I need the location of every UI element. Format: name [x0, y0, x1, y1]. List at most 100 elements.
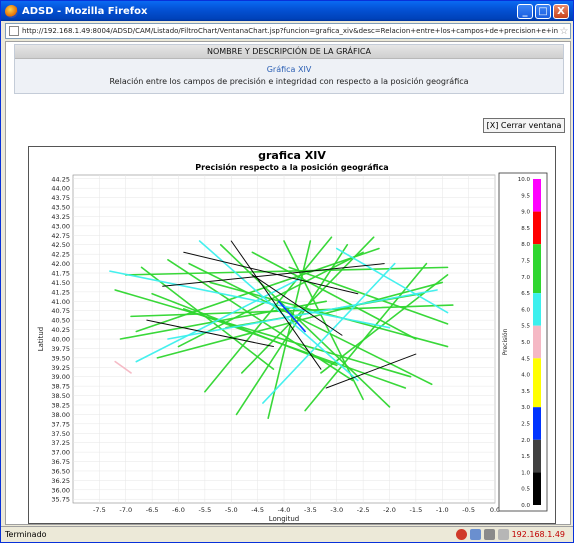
- x-tick-label: -4.5: [251, 506, 264, 514]
- colorbar-tick-label: 6.5: [521, 291, 530, 297]
- x-tick-label: -2.0: [383, 506, 396, 514]
- y-tick-label: 37.00: [51, 449, 70, 457]
- status-bar: Terminado 192.168.1.49: [1, 526, 573, 542]
- x-tick-label: -6.0: [172, 506, 185, 514]
- y-tick-label: 37.50: [51, 430, 70, 438]
- y-tick-label: 43.75: [51, 194, 70, 202]
- colorbar-tick-label: 1.0: [521, 470, 530, 476]
- colorbar-tick-label: 4.0: [521, 373, 530, 379]
- colorbar-tick-label: 8.0: [521, 242, 530, 248]
- x-tick-label: -3.0: [330, 506, 343, 514]
- colorbar-tick-label: 9.0: [521, 210, 530, 216]
- y-tick-label: 43.00: [51, 222, 70, 230]
- y-tick-label: 43.25: [51, 213, 70, 221]
- title-bar[interactable]: ADSD - Mozilla Firefox _ □ X: [1, 1, 573, 21]
- close-window-link-button[interactable]: [X] Cerrar ventana: [483, 118, 565, 133]
- colorbar-tick-label: 9.5: [521, 193, 530, 199]
- window-title: ADSD - Mozilla Firefox: [22, 5, 148, 17]
- chart-description: Relación entre los campos de precisión e…: [109, 77, 469, 86]
- colorbar-tick-label: 0.5: [521, 487, 530, 493]
- y-tick-label: 40.00: [51, 336, 70, 344]
- y-tick-label: 39.25: [51, 364, 70, 372]
- y-tick-label: 43.50: [51, 204, 70, 212]
- colorbar-band: [533, 293, 541, 326]
- minimize-button[interactable]: _: [517, 3, 533, 19]
- y-tick-label: 39.00: [51, 373, 70, 381]
- y-tick-label: 42.50: [51, 241, 70, 249]
- chart-name: Gráfica XIV: [266, 65, 312, 74]
- settings-icon[interactable]: [483, 529, 495, 540]
- y-tick-label: 41.50: [51, 279, 70, 287]
- firefox-icon: [5, 4, 18, 18]
- star-icon[interactable]: ☆: [558, 26, 570, 37]
- y-tick-label: 40.25: [51, 326, 70, 334]
- colorbar-band: [533, 407, 541, 440]
- colorbar-tick-label: 4.5: [521, 356, 530, 362]
- y-tick-label: 42.75: [51, 232, 70, 240]
- x-tick-label: -2.5: [357, 506, 370, 514]
- y-tick-label: 38.25: [51, 401, 70, 409]
- y-tick-label: 40.50: [51, 317, 70, 325]
- description-header: NOMBRE Y DESCRIPCIÓN DE LA GRÁFICA: [15, 45, 563, 59]
- browser-window: ADSD - Mozilla Firefox _ □ X http://192.…: [0, 0, 574, 543]
- stop-icon[interactable]: [455, 529, 467, 540]
- x-tick-label: -4.0: [278, 506, 291, 514]
- y-tick-label: 44.25: [51, 175, 70, 183]
- colorbar-tick-label: 5.5: [521, 324, 530, 330]
- address-url[interactable]: http://192.168.1.49:8004/ADSD/CAM/Listad…: [22, 27, 558, 35]
- extension-icon[interactable]: [469, 529, 481, 540]
- colorbar-tick-label: 8.5: [521, 226, 530, 232]
- y-tick-label: 42.00: [51, 260, 70, 268]
- y-tick-label: 40.75: [51, 307, 70, 315]
- colorbar-tick-label: 6.0: [521, 307, 530, 313]
- addon-icon[interactable]: [497, 529, 509, 540]
- y-tick-label: 42.25: [51, 251, 70, 259]
- close-window-button[interactable]: X: [553, 3, 569, 19]
- colorbar-tick-label: 3.5: [521, 389, 530, 395]
- x-tick-label: -7.0: [119, 506, 132, 514]
- colorbar-band: [533, 439, 541, 473]
- colorbar-label: Precisión: [502, 328, 509, 355]
- y-tick-label: 37.25: [51, 439, 70, 447]
- x-tick-label: -1.0: [436, 506, 449, 514]
- description-panel: NOMBRE Y DESCRIPCIÓN DE LA GRÁFICA Gráfi…: [14, 44, 564, 94]
- colorbar-band: [533, 358, 541, 408]
- colorbar-band: [533, 244, 541, 294]
- address-bar[interactable]: http://192.168.1.49:8004/ADSD/CAM/Listad…: [5, 23, 571, 39]
- colorbar-tick-label: 7.0: [521, 275, 530, 281]
- y-tick-label: 35.75: [51, 496, 70, 504]
- y-tick-label: 41.25: [51, 288, 70, 296]
- x-tick-label: -6.5: [146, 506, 159, 514]
- colorbar-band: [533, 472, 541, 505]
- chart-panel: grafica XIV Precisión respecto a la posi…: [28, 146, 556, 524]
- y-tick-label: 36.50: [51, 467, 70, 475]
- colorbar-tick-label: 1.5: [521, 454, 530, 460]
- y-tick-label: 39.50: [51, 354, 70, 362]
- y-tick-label: 44.00: [51, 185, 70, 193]
- colorbar-band: [533, 179, 541, 212]
- colorbar-tick-label: 2.0: [521, 438, 530, 444]
- x-tick-label: -3.5: [304, 506, 317, 514]
- maximize-button[interactable]: □: [535, 3, 551, 19]
- x-tick-label: -5.5: [199, 506, 212, 514]
- colorbar-band: [533, 211, 541, 245]
- colorbar-tick-label: 2.5: [521, 422, 530, 428]
- colorbar-band: [533, 325, 541, 359]
- colorbar-tick-label: 7.5: [521, 259, 530, 265]
- y-tick-label: 41.75: [51, 270, 70, 278]
- colorbar-tick-label: 5.0: [521, 340, 530, 346]
- chart-svg: 44.25 44.0043.75 43.5043.2543.00 42.7542.50…: [37, 172, 548, 523]
- y-tick-label: 37.75: [51, 420, 70, 428]
- colorbar-tick-label: 10.0: [518, 177, 531, 183]
- y-tick-label: 38.00: [51, 411, 70, 419]
- y-tick-label: 36.25: [51, 477, 70, 485]
- status-text: Terminado: [5, 530, 47, 539]
- colorbar-tick-label: 0.0: [521, 503, 530, 509]
- page-content: NOMBRE Y DESCRIPCIÓN DE LA GRÁFICA Gráfi…: [5, 41, 571, 525]
- x-axis-label: Longitud: [269, 515, 300, 523]
- status-ip: 192.168.1.49: [511, 530, 565, 539]
- y-axis-label: Latitud: [37, 327, 45, 352]
- y-tick-label: 36.00: [51, 486, 70, 494]
- y-tick-label: 38.75: [51, 383, 70, 391]
- y-tick-label: 39.75: [51, 345, 70, 353]
